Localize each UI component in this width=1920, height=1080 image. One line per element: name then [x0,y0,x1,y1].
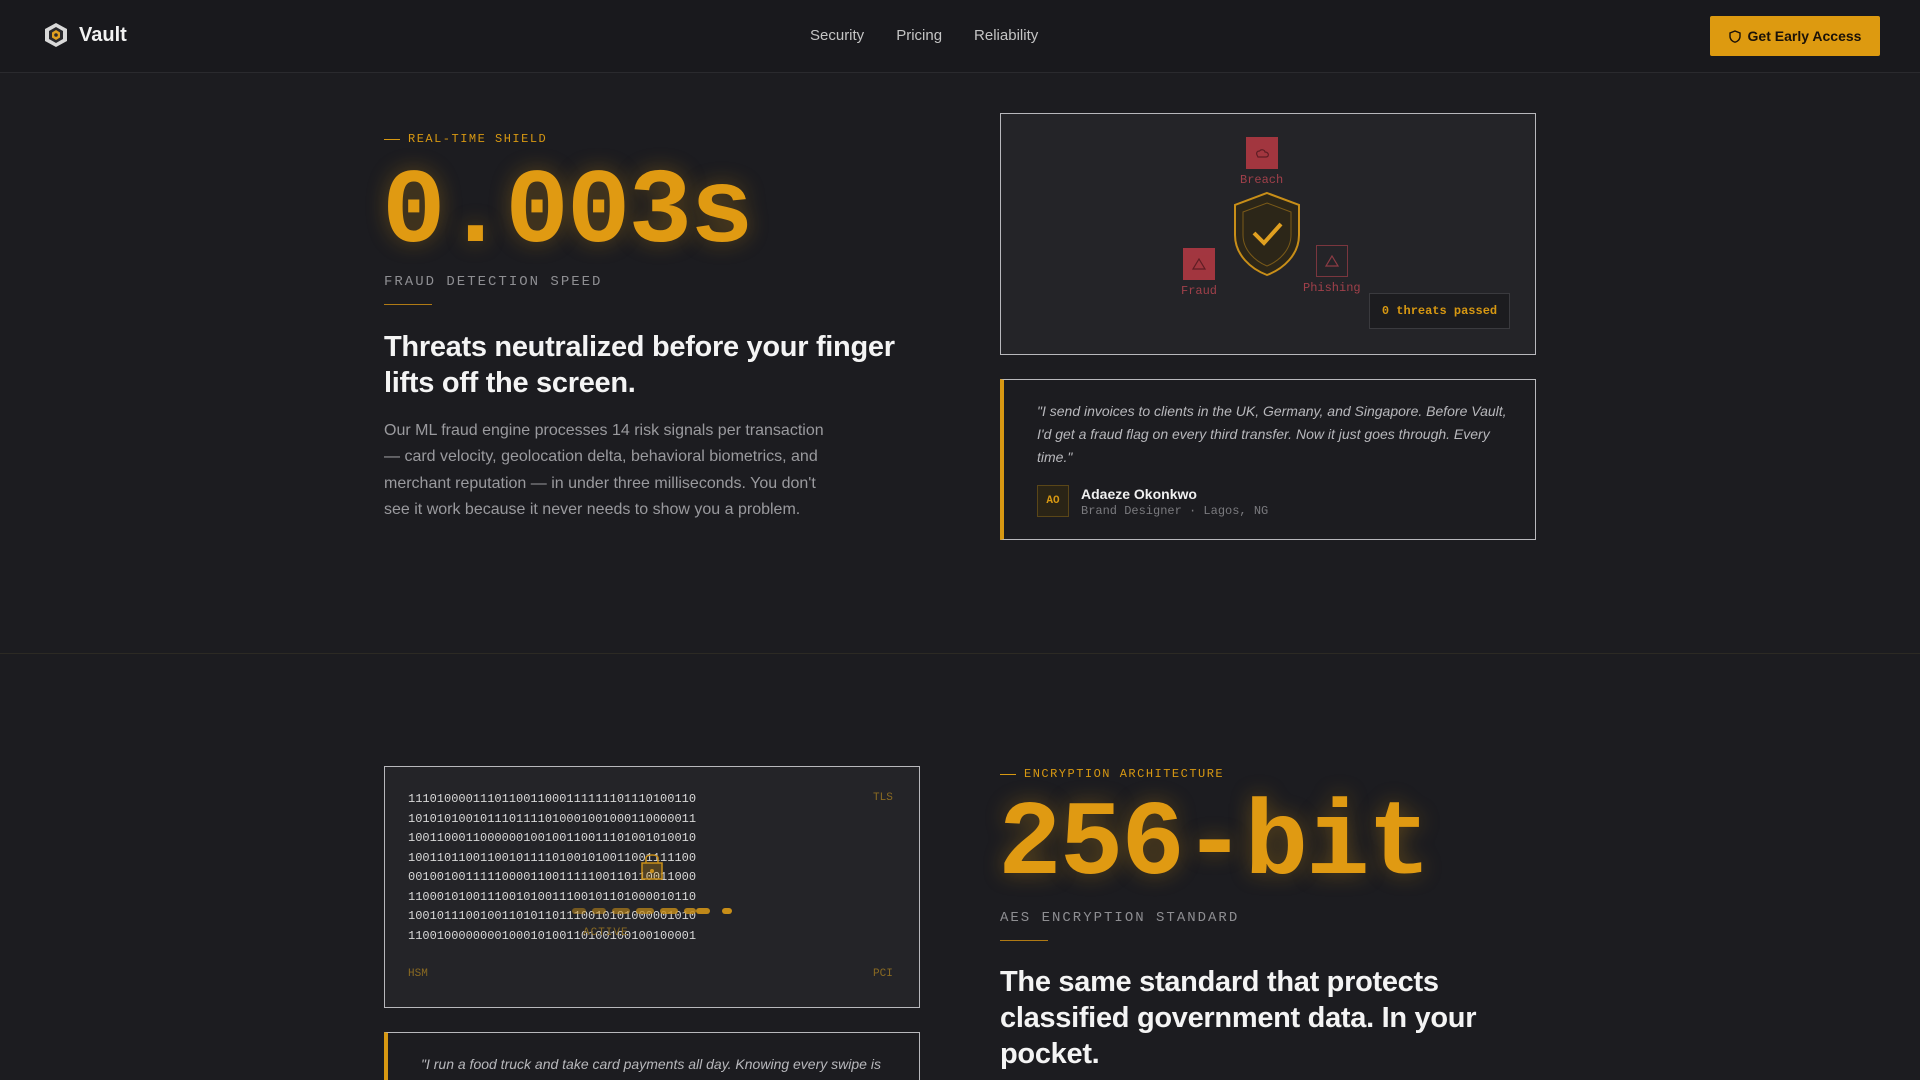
encryption-headline: The same standard that protects classifi… [1000,966,1477,1070]
nav-links: Security Pricing Reliability [810,27,1070,44]
fraud-eyebrow: REAL-TIME SHIELD [384,132,547,146]
shield-icon [1728,29,1741,43]
testimonial-quote-2: "I run a food truck and take card paymen… [421,1056,881,1072]
nav-link-reliability[interactable]: Reliability [974,27,1038,44]
encryption-eyebrow: ENCRYPTION ARCHITECTURE [1000,767,1224,781]
fraud-headline: Threats neutralized before your finger l… [384,331,895,399]
active-status-label: ACTIVE [583,927,629,939]
threat-fraud: Fraud [1181,248,1217,298]
get-early-access-button[interactable]: Get Early Access [1710,16,1880,56]
fraud-metric-label: FRAUD DETECTION SPEED [384,274,603,290]
alert-triangle-icon [1315,245,1348,277]
vault-logo-icon [45,23,67,47]
fraud-body: Our ML fraud engine processes 14 risk si… [384,422,824,519]
person-role: Brand Designer · Lagos, NG [1081,504,1269,518]
nav-link-security[interactable]: Security [810,27,864,44]
threat-label-phishing: Phishing [1303,281,1361,295]
avatar: AO [1037,485,1069,517]
corner-label-hsm: HSM [408,968,428,980]
testimonial-quote: "I send invoices to clients in the UK, G… [1037,403,1507,466]
top-nav: Vault Security Pricing Reliability Get E… [0,0,1920,73]
lock-icon [641,854,663,880]
threat-label-breach: Breach [1240,173,1284,187]
section-divider [0,653,1920,654]
fraud-metric: 0.003s [382,153,754,273]
shield-check-icon [1234,191,1300,277]
encryption-progress-icon [572,908,732,914]
encryption-rule [1000,940,1048,941]
cta-label: Get Early Access [1747,28,1862,44]
warning-icon [1183,248,1215,280]
threats-passed-badge: 0 threats passed [1369,293,1510,329]
brand[interactable]: Vault [44,22,127,48]
nav-link-pricing[interactable]: Pricing [896,27,942,44]
fraud-rule [384,304,432,305]
encryption-metric-label: AES ENCRYPTION STANDARD [1000,910,1240,926]
encryption-metric: 256-bit [998,785,1431,905]
cloud-icon [1245,137,1278,169]
corner-label-tls: TLS [873,792,893,804]
threat-label-fraud: Fraud [1181,284,1218,298]
person-name: Adaeze Okonkwo [1081,486,1197,502]
brand-name: Vault [79,23,127,46]
threat-phishing: Phishing [1303,245,1361,295]
corner-label-pci: PCI [873,968,893,980]
threat-breach: Breach [1240,137,1283,187]
